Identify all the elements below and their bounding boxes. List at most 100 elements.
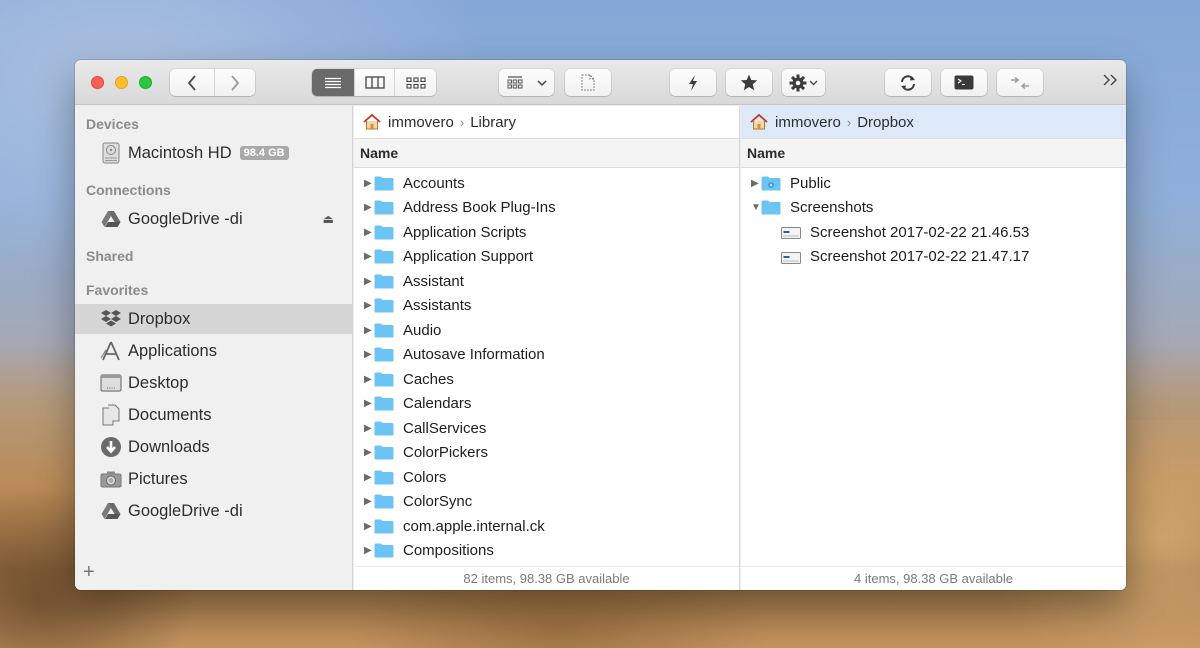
folder-row[interactable]: ▶ Audio <box>354 318 739 343</box>
folder-row[interactable]: ▶ ColorSync <box>354 490 739 515</box>
lightning-icon <box>689 74 697 91</box>
star-icon <box>740 74 758 91</box>
folder-icon <box>374 176 394 191</box>
chevron-right-icon <box>231 74 240 91</box>
column-view-button[interactable] <box>355 69 395 96</box>
folder-icon <box>374 519 394 534</box>
list-view-button[interactable] <box>312 69 355 96</box>
add-favorite-button[interactable]: + <box>83 561 95 584</box>
disclosure-collapsed-icon[interactable]: ▶ <box>354 349 374 360</box>
compare-button[interactable] <box>997 69 1043 96</box>
right-file-pane[interactable]: immovero › Dropbox Name ▶ Public ▼ Screensh… <box>741 106 1126 590</box>
disclosure-collapsed-icon[interactable]: ▶ <box>354 251 374 262</box>
quick-action-button[interactable] <box>670 69 716 96</box>
row-name: Address Book Plug-Ins <box>403 199 556 217</box>
public-folder-icon <box>761 176 781 191</box>
folder-row[interactable]: ▶ Public <box>741 171 1126 196</box>
sidebar-item-downloads[interactable]: Downloads <box>75 432 352 462</box>
disclosure-collapsed-icon[interactable]: ▶ <box>741 178 761 189</box>
folder-row[interactable]: ▶ Application Scripts <box>354 220 739 245</box>
toolbar-overflow-button[interactable] <box>1102 73 1118 91</box>
navigation-buttons <box>170 69 255 96</box>
folder-row[interactable]: ▶ Address Book Plug-Ins <box>354 196 739 221</box>
image-file-icon <box>781 226 801 240</box>
chevron-down-icon <box>536 79 547 86</box>
disclosure-collapsed-icon[interactable]: ▶ <box>354 178 374 189</box>
disclosure-collapsed-icon[interactable]: ▶ <box>354 202 374 213</box>
sidebar-item-label: Desktop <box>128 373 189 392</box>
disclosure-collapsed-icon[interactable]: ▶ <box>354 374 374 385</box>
disclosure-collapsed-icon[interactable]: ▶ <box>354 496 374 507</box>
disclosure-expanded-icon[interactable]: ▼ <box>741 202 761 213</box>
row-name: Application Scripts <box>403 223 527 241</box>
disclosure-collapsed-icon[interactable]: ▶ <box>354 398 374 409</box>
folder-row[interactable]: ▶ CallServices <box>354 416 739 441</box>
name-column-header[interactable]: Name <box>741 139 1126 168</box>
maximize-window-button[interactable] <box>139 76 152 89</box>
folder-row[interactable]: ▶ Assistant <box>354 269 739 294</box>
sidebar-item-documents[interactable]: Documents <box>75 400 352 430</box>
path-segment-home[interactable]: immovero <box>775 114 841 131</box>
gear-icon <box>789 74 807 91</box>
sidebar-item-googledrive-connection[interactable]: GoogleDrive -di ⏏ <box>75 204 352 234</box>
disclosure-collapsed-icon[interactable]: ▶ <box>354 300 374 311</box>
forward-button[interactable] <box>215 69 255 96</box>
path-segment-current[interactable]: Library <box>470 114 516 131</box>
folder-row[interactable]: ▶ Compositions <box>354 539 739 564</box>
minimize-window-button[interactable] <box>115 76 128 89</box>
path-segment-home[interactable]: immovero <box>388 114 454 131</box>
folder-row[interactable]: ▼ Screenshots <box>741 196 1126 221</box>
camera-icon <box>100 468 122 490</box>
disclosure-collapsed-icon[interactable]: ▶ <box>354 423 374 434</box>
sidebar-item-macintosh-hd[interactable]: Macintosh HD 98.4 GB <box>75 138 352 168</box>
home-icon <box>750 113 768 130</box>
settings-menu-button[interactable] <box>782 69 825 96</box>
folder-row[interactable]: ▶ ColorPickers <box>354 441 739 466</box>
sidebar-item-applications[interactable]: Applications <box>75 336 352 366</box>
view-options-button[interactable] <box>499 69 554 96</box>
back-button[interactable] <box>170 69 215 96</box>
favorite-button[interactable] <box>726 69 772 96</box>
sidebar-item-label: Applications <box>128 341 217 360</box>
disclosure-collapsed-icon[interactable]: ▶ <box>354 521 374 532</box>
folder-row[interactable]: ▶ Colors <box>354 465 739 490</box>
folder-row[interactable]: ▶ Assistants <box>354 294 739 319</box>
folder-icon <box>374 543 394 558</box>
file-row[interactable]: Screenshot 2017-02-22 21.47.17 <box>741 245 1126 270</box>
google-drive-icon <box>100 208 122 230</box>
new-file-button[interactable] <box>565 69 611 96</box>
left-file-pane[interactable]: immovero › Library Name ▶ Accounts ▶ Addres… <box>354 106 740 590</box>
file-row[interactable]: Screenshot 2017-02-22 21.46.53 <box>741 220 1126 245</box>
left-file-list: ▶ Accounts ▶ Address Book Plug-Ins ▶ Applicat… <box>354 168 739 563</box>
row-name: Accounts <box>403 174 465 192</box>
folder-row[interactable]: ▶ Autosave Information <box>354 343 739 368</box>
folder-row[interactable]: ▶ Caches <box>354 367 739 392</box>
disclosure-collapsed-icon[interactable]: ▶ <box>354 227 374 238</box>
chevron-left-icon <box>187 74 196 91</box>
path-separator-icon: › <box>459 114 465 130</box>
file-manager-window: Devices Macintosh HD 98.4 GB Connections… <box>75 60 1126 590</box>
disclosure-collapsed-icon[interactable]: ▶ <box>354 447 374 458</box>
sync-button[interactable] <box>885 69 931 96</box>
disclosure-collapsed-icon[interactable]: ▶ <box>354 325 374 336</box>
eject-icon[interactable]: ⏏ <box>323 212 334 226</box>
disclosure-collapsed-icon[interactable]: ▶ <box>354 276 374 287</box>
sidebar-item-googledrive-favorite[interactable]: GoogleDrive -di <box>75 496 352 526</box>
sidebar-item-pictures[interactable]: Pictures <box>75 464 352 494</box>
sidebar-item-desktop[interactable]: Desktop <box>75 368 352 398</box>
folder-row[interactable]: ▶ com.apple.internal.ck <box>354 514 739 539</box>
folder-row[interactable]: ▶ Application Support <box>354 245 739 270</box>
folder-row[interactable]: ▶ Calendars <box>354 392 739 417</box>
disclosure-collapsed-icon[interactable]: ▶ <box>354 472 374 483</box>
name-column-header[interactable]: Name <box>354 139 739 168</box>
folder-row[interactable]: ▶ Accounts <box>354 171 739 196</box>
row-name: Assistant <box>403 272 464 290</box>
sidebar-item-dropbox[interactable]: Dropbox <box>75 304 352 334</box>
path-segment-current[interactable]: Dropbox <box>857 114 914 131</box>
icon-view-button[interactable] <box>395 69 436 96</box>
row-name: Audio <box>403 321 442 339</box>
disclosure-collapsed-icon[interactable]: ▶ <box>354 545 374 556</box>
close-window-button[interactable] <box>91 76 104 89</box>
terminal-icon <box>954 75 974 90</box>
terminal-button[interactable] <box>941 69 987 96</box>
